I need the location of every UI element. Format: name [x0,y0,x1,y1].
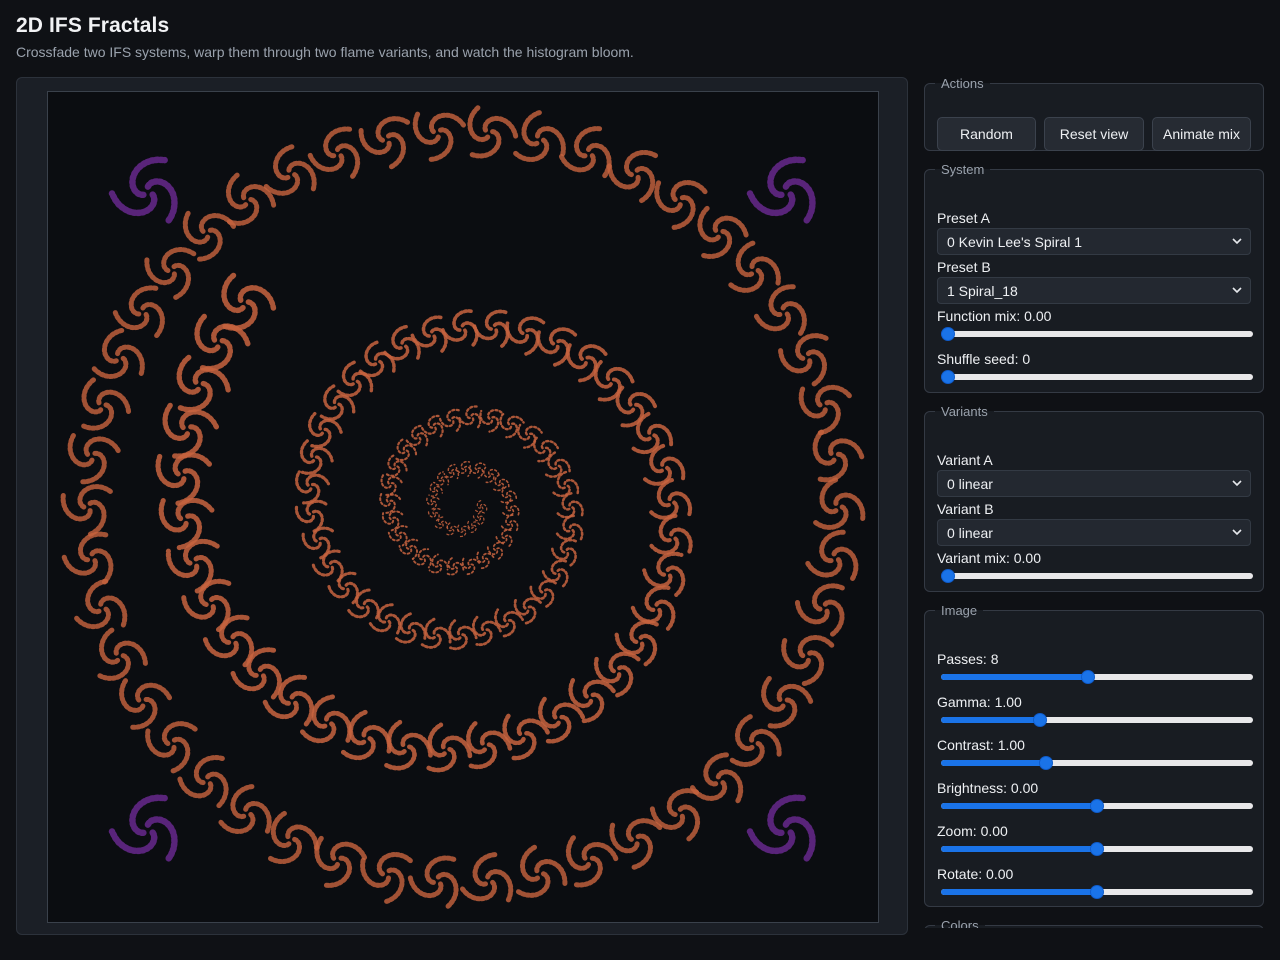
colors-group: Colors [924,918,1264,928]
variants-group: Variants Variant A 0 linear Variant B 0 … [924,404,1264,592]
preset-a-label: Preset A [937,210,990,226]
shuffle-seed-slider[interactable] [937,369,1253,385]
zoom-label: Zoom: 0.00 [937,823,1008,839]
fractal-canvas[interactable] [47,91,879,923]
fractal-spiral [60,103,866,911]
actions-legend: Actions [941,76,984,91]
preset-b-label: Preset B [937,259,991,275]
variant-a-value: 0 linear [947,475,993,492]
rotate-label: Rotate: 0.00 [937,866,1014,882]
slider-thumb[interactable] [1090,799,1104,813]
brightness-slider[interactable] [937,798,1253,814]
variant-a-select[interactable]: 0 linear [937,470,1251,497]
fractal-render[interactable] [48,92,878,922]
variant-b-value: 0 linear [947,524,993,541]
actions-group: Actions Random Reset view Animate mix [924,76,1264,151]
image-group: Image Passes: 8 Gamma: 1.00 Contrast: 1.… [924,603,1264,907]
canvas-panel [16,77,908,935]
image-legend: Image [941,603,978,618]
gamma-label: Gamma: 1.00 [937,694,1022,710]
zoom-slider[interactable] [937,841,1253,857]
slider-thumb[interactable] [1039,756,1054,770]
random-button[interactable]: Random [937,117,1036,151]
chevron-down-icon [1232,529,1242,536]
variant-b-select[interactable]: 0 linear [937,519,1251,546]
contrast-label: Contrast: 1.00 [937,737,1025,753]
system-legend: System [941,162,985,177]
variants-legend: Variants [941,404,988,419]
animate-mix-button[interactable]: Animate mix [1152,117,1251,151]
slider-thumb[interactable] [1081,670,1096,684]
preset-b-select[interactable]: 1 Spiral_18 [937,277,1251,304]
variant-mix-label: Variant mix: 0.00 [937,550,1042,566]
rotate-slider[interactable] [937,884,1253,900]
function-mix-slider[interactable] [937,326,1253,342]
preset-a-value: 0 Kevin Lee's Spiral 1 [947,233,1082,250]
chevron-down-icon [1232,287,1242,294]
shuffle-seed-label: Shuffle seed: 0 [937,351,1031,367]
brightness-label: Brightness: 0.00 [937,780,1039,796]
variant-mix-slider[interactable] [937,568,1253,584]
function-mix-label: Function mix: 0.00 [937,308,1052,324]
slider-thumb[interactable] [941,569,955,583]
slider-thumb[interactable] [1033,713,1048,727]
passes-label: Passes: 8 [937,651,999,667]
passes-slider[interactable] [937,669,1253,685]
system-group: System Preset A 0 Kevin Lee's Spiral 1 P… [924,162,1264,393]
chevron-down-icon [1232,480,1242,487]
slider-thumb[interactable] [1090,885,1104,899]
controls-sidebar: Actions Random Reset view Animate mix Sy… [924,76,1264,928]
preset-a-select[interactable]: 0 Kevin Lee's Spiral 1 [937,228,1251,255]
variant-b-label: Variant B [937,501,994,517]
page-title: 2D IFS Fractals [16,14,170,37]
contrast-slider[interactable] [937,755,1253,771]
chevron-down-icon [1232,238,1242,245]
reset-view-button[interactable]: Reset view [1044,117,1144,151]
gamma-slider[interactable] [937,712,1253,728]
page-subtitle: Crossfade two IFS systems, warp them thr… [16,44,634,60]
variant-a-label: Variant A [937,452,993,468]
preset-b-value: 1 Spiral_18 [947,282,1018,299]
colors-legend: Colors [941,918,979,928]
slider-thumb[interactable] [941,327,955,341]
slider-thumb[interactable] [941,370,955,384]
slider-thumb[interactable] [1090,842,1104,856]
